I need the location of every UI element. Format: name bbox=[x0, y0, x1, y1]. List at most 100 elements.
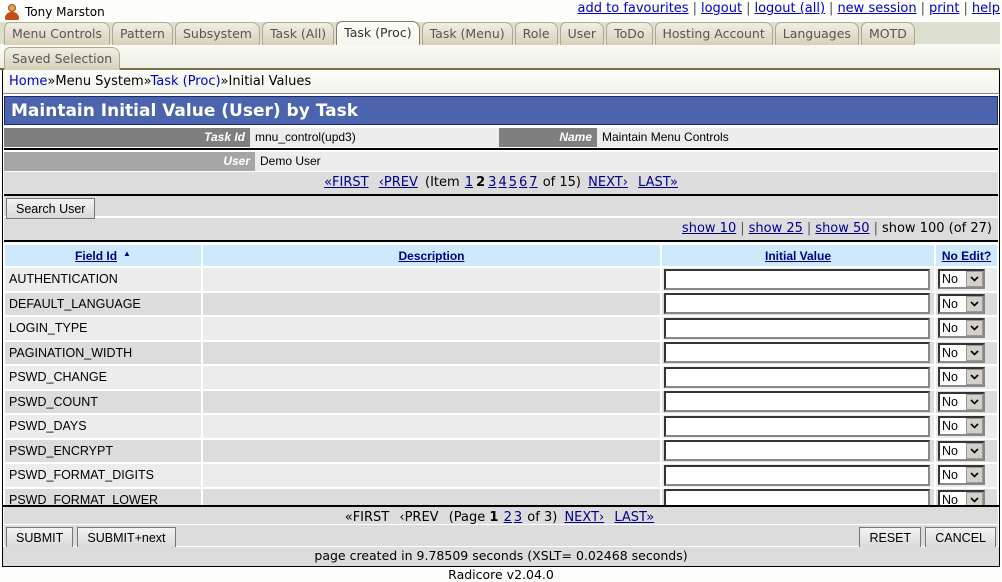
item-next-link[interactable]: NEXT› bbox=[588, 175, 628, 190]
table-row: PSWD_CHANGE No bbox=[5, 366, 997, 389]
no-edit-cell: No bbox=[936, 268, 997, 291]
reset-button[interactable]: RESET bbox=[859, 527, 922, 548]
chevron-down-icon[interactable] bbox=[966, 369, 983, 386]
show-50-link[interactable]: show 50 bbox=[815, 221, 869, 236]
submit-button[interactable]: SUBMIT bbox=[6, 527, 74, 548]
show-current: show 100 (of 27) bbox=[881, 221, 992, 236]
initial-values-table: Field Id ▲ Description Initial Value No E… bbox=[3, 243, 999, 513]
main-content: Home»Menu System»Task (Proc)»Initial Val… bbox=[2, 70, 1000, 548]
initial-value-input[interactable] bbox=[664, 391, 930, 413]
chevron-down-icon[interactable] bbox=[966, 418, 983, 435]
chevron-down-icon[interactable] bbox=[966, 295, 983, 312]
tab-task-menu[interactable]: Task (Menu) bbox=[421, 22, 513, 45]
print-link[interactable]: print bbox=[929, 1, 960, 16]
no-edit-value: No bbox=[942, 419, 958, 434]
page-link[interactable]: 3 bbox=[514, 510, 522, 525]
no-edit-select[interactable]: No bbox=[938, 440, 985, 461]
field-id-cell: PAGINATION_WIDTH bbox=[5, 341, 201, 364]
tab-languages[interactable]: Languages bbox=[774, 22, 859, 45]
no-edit-value: No bbox=[942, 345, 958, 360]
tab-motd[interactable]: MOTD bbox=[860, 22, 915, 45]
item-first-link[interactable]: «FIRST bbox=[324, 175, 369, 190]
tab-hosting-account[interactable]: Hosting Account bbox=[654, 22, 773, 45]
no-edit-select[interactable]: No bbox=[938, 293, 985, 314]
description-cell bbox=[203, 415, 660, 438]
tab-user[interactable]: User bbox=[559, 22, 605, 45]
add-to-favourites-link[interactable]: add to favourites bbox=[578, 1, 689, 16]
item-page-link[interactable]: 6 bbox=[519, 175, 527, 190]
tab-strip-background-row2 bbox=[0, 44, 1000, 70]
chevron-down-icon[interactable] bbox=[966, 344, 983, 361]
user-label: User bbox=[4, 152, 255, 171]
no-edit-select[interactable]: No bbox=[938, 391, 985, 412]
no-edit-select[interactable]: No bbox=[938, 269, 985, 290]
no-edit-value: No bbox=[942, 296, 958, 311]
no-edit-select[interactable]: No bbox=[938, 416, 985, 437]
search-user-button[interactable]: Search User bbox=[6, 198, 96, 219]
page-last-link[interactable]: LAST» bbox=[614, 510, 654, 525]
page-timing: page created in 9.78509 seconds (XSLT= 0… bbox=[2, 547, 1000, 567]
show-25-link[interactable]: show 25 bbox=[749, 221, 803, 236]
table-row: LOGIN_TYPE No bbox=[5, 317, 997, 340]
cancel-button[interactable]: CANCEL bbox=[925, 527, 996, 548]
tab-role[interactable]: Role bbox=[514, 22, 558, 45]
chevron-down-icon[interactable] bbox=[966, 271, 983, 288]
no-edit-select[interactable]: No bbox=[938, 465, 985, 486]
breadcrumb-home[interactable]: Home bbox=[9, 74, 47, 89]
sort-description-link[interactable]: Description bbox=[398, 249, 464, 263]
chevron-down-icon[interactable] bbox=[966, 467, 983, 484]
item-page-link[interactable]: 5 bbox=[509, 175, 517, 190]
tab-task-all[interactable]: Task (All) bbox=[261, 22, 335, 45]
tab-task-proc[interactable]: Task (Proc) bbox=[336, 21, 420, 45]
logout-all-link[interactable]: logout (all) bbox=[754, 1, 825, 16]
chevron-down-icon[interactable] bbox=[966, 393, 983, 410]
tab-subsystem[interactable]: Subsystem bbox=[174, 22, 260, 45]
tab-saved-selection[interactable]: Saved Selection bbox=[4, 47, 121, 70]
chevron-down-icon[interactable] bbox=[966, 320, 983, 337]
page-pager-suffix: of 3) bbox=[527, 510, 558, 525]
initial-value-input[interactable] bbox=[664, 440, 930, 462]
breadcrumb-task-proc[interactable]: Task (Proc) bbox=[150, 74, 220, 89]
item-page-link[interactable]: 7 bbox=[529, 175, 537, 190]
initial-value-input[interactable] bbox=[664, 366, 930, 388]
item-page-link[interactable]: 1 bbox=[465, 175, 473, 190]
description-cell bbox=[203, 464, 660, 487]
page-title: Maintain Initial Value (User) by Task bbox=[4, 96, 998, 125]
item-prev-link[interactable]: ‹PREV bbox=[379, 175, 418, 190]
initial-value-input[interactable] bbox=[664, 293, 930, 315]
no-edit-select[interactable]: No bbox=[938, 342, 985, 363]
submit-next-button[interactable]: SUBMIT+next bbox=[77, 527, 176, 548]
initial-value-input[interactable] bbox=[664, 317, 930, 339]
no-edit-value: No bbox=[942, 443, 958, 458]
page-next-link[interactable]: NEXT› bbox=[564, 510, 604, 525]
item-last-link[interactable]: LAST» bbox=[638, 175, 678, 190]
tab-menu-controls[interactable]: Menu Controls bbox=[4, 22, 110, 45]
sort-field-id-link[interactable]: Field Id bbox=[75, 249, 117, 263]
chevron-down-icon[interactable] bbox=[966, 442, 983, 459]
initial-value-cell bbox=[662, 341, 934, 364]
page-link[interactable]: 2 bbox=[504, 510, 512, 525]
initial-value-input[interactable] bbox=[664, 268, 930, 290]
no-edit-select[interactable]: No bbox=[938, 318, 985, 339]
table-row: PSWD_ENCRYPT No bbox=[5, 439, 997, 462]
show-10-link[interactable]: show 10 bbox=[682, 221, 736, 236]
logout-link[interactable]: logout bbox=[701, 1, 742, 16]
item-page-link[interactable]: 3 bbox=[488, 175, 496, 190]
no-edit-cell: No bbox=[936, 439, 997, 462]
initial-value-cell bbox=[662, 415, 934, 438]
sort-no-edit-link[interactable]: No Edit? bbox=[942, 249, 991, 263]
initial-value-input[interactable] bbox=[664, 464, 930, 486]
breadcrumb-current: Initial Values bbox=[228, 74, 312, 89]
field-id-cell: PSWD_ENCRYPT bbox=[5, 439, 201, 462]
initial-value-input[interactable] bbox=[664, 342, 930, 364]
initial-value-input[interactable] bbox=[664, 415, 930, 437]
description-cell bbox=[203, 341, 660, 364]
no-edit-select[interactable]: No bbox=[938, 367, 985, 388]
new-session-link[interactable]: new session bbox=[837, 1, 916, 16]
tab-pattern[interactable]: Pattern bbox=[112, 22, 173, 45]
help-link[interactable]: help bbox=[972, 1, 1000, 16]
sort-initial-value-link[interactable]: Initial Value bbox=[765, 249, 831, 263]
version-label: Radicore v2.04.0 bbox=[448, 567, 554, 582]
item-page-link[interactable]: 4 bbox=[498, 175, 506, 190]
tab-todo[interactable]: ToDo bbox=[606, 22, 653, 45]
